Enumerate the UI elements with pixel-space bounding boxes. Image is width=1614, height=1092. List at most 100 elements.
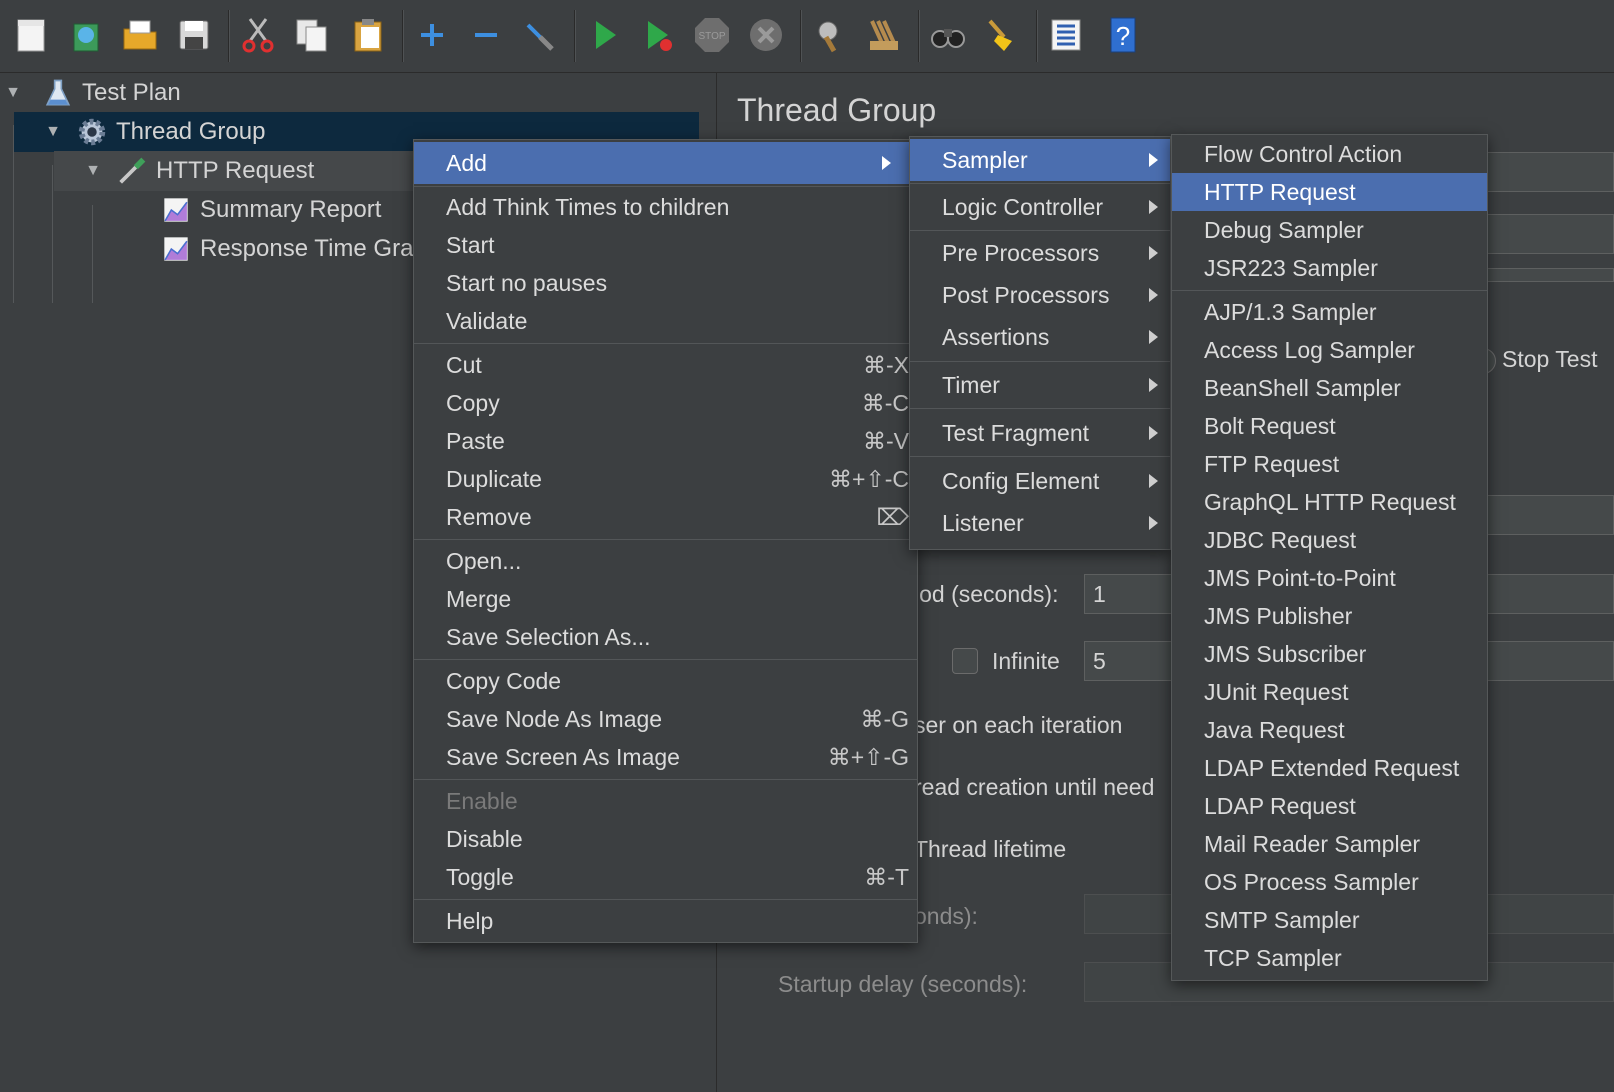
submenu-item-post-processors[interactable]: Post Processors [910, 276, 1170, 314]
menu-item-label: Duplicate [446, 465, 542, 492]
menu-item-start-no-pauses[interactable]: Start no pauses [414, 264, 917, 302]
sampler-item-os-process-sampler[interactable]: OS Process Sampler [1172, 863, 1487, 901]
sampler-item-debug-sampler[interactable]: Debug Sampler [1172, 211, 1487, 249]
menu-item-label: Remove [446, 503, 532, 530]
menu-item-label: Listener [942, 509, 1024, 536]
menu-item-label: Start no pauses [446, 269, 608, 296]
tree-item-test-plan[interactable]: ▼ Test Plan [0, 73, 699, 113]
sampler-item-jdbc-request[interactable]: JDBC Request [1172, 521, 1487, 559]
sampler-item-beanshell-sampler[interactable]: BeanShell Sampler [1172, 369, 1487, 407]
menu-item-toggle[interactable]: Toggle ⌘-T [414, 858, 917, 896]
menu-item-label: OS Process Sampler [1204, 868, 1419, 895]
menu-item-add[interactable]: Add [414, 142, 917, 184]
menu-item-save-selection[interactable]: Save Selection As... [414, 618, 917, 656]
sampler-item-smtp-sampler[interactable]: SMTP Sampler [1172, 901, 1487, 939]
sampler-item-http-request[interactable]: HTTP Request [1172, 173, 1487, 211]
menu-item-label: Config Element [942, 467, 1100, 494]
menu-item-save-node-image[interactable]: Save Node As Image ⌘-G [414, 700, 917, 738]
shortcut-label: ⌘-X [863, 351, 909, 378]
sampler-item-mail-reader-sampler[interactable]: Mail Reader Sampler [1172, 825, 1487, 863]
submenu-item-assertions[interactable]: Assertions [910, 318, 1170, 356]
menu-item-label: Start [446, 231, 495, 258]
menu-item-disable[interactable]: Disable [414, 820, 917, 858]
open-icon[interactable] [118, 12, 162, 58]
submenu-item-config-element[interactable]: Config Element [910, 462, 1170, 500]
sampler-item-jms-point-to-point[interactable]: JMS Point-to-Point [1172, 559, 1487, 597]
menu-item-add-think-times[interactable]: Add Think Times to children [414, 188, 917, 226]
gear-icon [74, 114, 110, 150]
menu-item-copy-code[interactable]: Copy Code [414, 662, 917, 700]
toggle-icon[interactable] [518, 12, 562, 58]
menu-item-paste[interactable]: Paste ⌘-V [414, 422, 917, 460]
menu-item-label: BeanShell Sampler [1204, 374, 1401, 401]
submenu-item-listener[interactable]: Listener [910, 504, 1170, 542]
start-no-pauses-icon[interactable] [636, 12, 680, 58]
menu-item-help[interactable]: Help [414, 902, 917, 940]
svg-text:STOP: STOP [698, 31, 725, 42]
sampler-item-access-log-sampler[interactable]: Access Log Sampler [1172, 331, 1487, 369]
submenu-item-sampler[interactable]: Sampler [910, 139, 1170, 181]
expand-triangle-icon[interactable]: ▼ [2, 82, 24, 104]
new-icon[interactable] [10, 12, 54, 58]
expand-triangle-icon[interactable]: ▼ [42, 121, 64, 143]
menu-item-label: Mail Reader Sampler [1204, 830, 1421, 857]
menu-item-save-screen-image[interactable]: Save Screen As Image ⌘+⇧-G [414, 738, 917, 776]
submenu-item-logic-controller[interactable]: Logic Controller [910, 188, 1170, 226]
expand-triangle-icon[interactable]: ▼ [82, 160, 104, 182]
reset-search-icon[interactable] [980, 12, 1024, 58]
expand-icon[interactable] [410, 12, 454, 58]
sampler-item-graphql-http-request[interactable]: GraphQL HTTP Request [1172, 483, 1487, 521]
collapse-icon[interactable] [464, 12, 508, 58]
sampler-item-bolt-request[interactable]: Bolt Request [1172, 407, 1487, 445]
submenu-item-timer[interactable]: Timer [910, 366, 1170, 404]
sampler-item-jsr223-sampler[interactable]: JSR223 Sampler [1172, 249, 1487, 287]
sampler-item-tcp-sampler[interactable]: TCP Sampler [1172, 939, 1487, 977]
sampler-item-ldap-request[interactable]: LDAP Request [1172, 787, 1487, 825]
help-icon[interactable]: ? [1100, 12, 1144, 58]
paste-icon[interactable] [346, 12, 390, 58]
menu-item-label: JMS Point-to-Point [1204, 564, 1396, 591]
menu-item-label: Toggle [446, 863, 514, 890]
sampler-item-ajp-sampler[interactable]: AJP/1.3 Sampler [1172, 293, 1487, 331]
menu-item-label: LDAP Extended Request [1204, 754, 1460, 781]
sampler-item-java-request[interactable]: Java Request [1172, 711, 1487, 749]
menu-item-label: Timer [942, 371, 1000, 398]
menu-item-label: LDAP Request [1204, 792, 1356, 819]
stop-icon[interactable]: STOP [690, 12, 734, 58]
menu-item-label: JDBC Request [1204, 526, 1357, 553]
shutdown-icon[interactable] [744, 12, 788, 58]
menu-item-merge[interactable]: Merge [414, 580, 917, 618]
clear-all-icon[interactable] [862, 12, 906, 58]
search-icon[interactable] [926, 12, 970, 58]
sampler-item-ldap-extended-request[interactable]: LDAP Extended Request [1172, 749, 1487, 787]
function-helper-icon[interactable] [1044, 12, 1088, 58]
menu-item-label: Save Screen As Image [446, 743, 680, 770]
menu-item-copy[interactable]: Copy ⌘-C [414, 384, 917, 422]
menu-item-label: Pre Processors [942, 239, 1100, 266]
menu-item-open[interactable]: Open... [414, 542, 917, 580]
clear-icon[interactable] [808, 12, 852, 58]
sampler-item-flow-control-action[interactable]: Flow Control Action [1172, 135, 1487, 173]
menu-item-cut[interactable]: Cut ⌘-X [414, 346, 917, 384]
sampler-item-jms-subscriber[interactable]: JMS Subscriber [1172, 635, 1487, 673]
sampler-item-ftp-request[interactable]: FTP Request [1172, 445, 1487, 483]
infinite-checkbox[interactable] [952, 648, 978, 674]
menu-item-duplicate[interactable]: Duplicate ⌘+⇧-C [414, 460, 917, 498]
submenu-item-pre-processors[interactable]: Pre Processors [910, 234, 1170, 272]
menu-item-validate[interactable]: Validate [414, 302, 917, 340]
context-menu: Add Add Think Times to children Start St… [413, 139, 918, 943]
menu-item-label: Test Fragment [942, 419, 1089, 446]
ramp-up-label: iod (seconds): [914, 581, 1059, 607]
submenu-item-test-fragment[interactable]: Test Fragment [910, 414, 1170, 452]
menu-item-start[interactable]: Start [414, 226, 917, 264]
start-icon[interactable] [582, 12, 626, 58]
save-icon[interactable] [172, 12, 216, 58]
cut-icon[interactable] [236, 12, 280, 58]
templates-icon[interactable] [64, 12, 108, 58]
sampler-item-jms-publisher[interactable]: JMS Publisher [1172, 597, 1487, 635]
menu-item-label: JMS Publisher [1204, 602, 1353, 629]
shortcut-label: ⌘-V [863, 427, 909, 454]
menu-item-remove[interactable]: Remove ⌦ [414, 498, 917, 536]
copy-icon[interactable] [290, 12, 334, 58]
sampler-item-junit-request[interactable]: JUnit Request [1172, 673, 1487, 711]
